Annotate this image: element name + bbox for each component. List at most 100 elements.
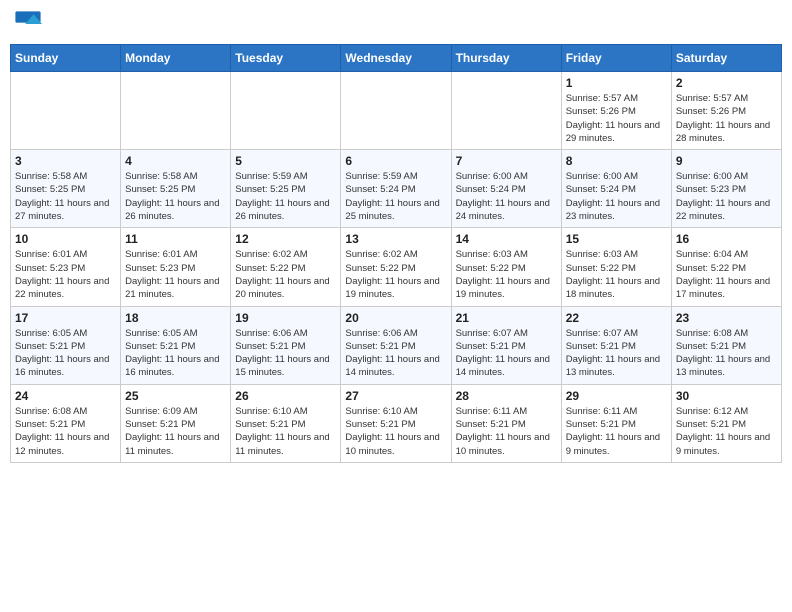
calendar-cell — [341, 72, 451, 150]
day-detail: Sunrise: 6:02 AM Sunset: 5:22 PM Dayligh… — [345, 248, 446, 301]
day-detail: Sunrise: 6:05 AM Sunset: 5:21 PM Dayligh… — [125, 327, 226, 380]
day-detail: Sunrise: 6:07 AM Sunset: 5:21 PM Dayligh… — [456, 327, 557, 380]
weekday-header-friday: Friday — [561, 45, 671, 72]
day-detail: Sunrise: 6:05 AM Sunset: 5:21 PM Dayligh… — [15, 327, 116, 380]
calendar-cell: 29Sunrise: 6:11 AM Sunset: 5:21 PM Dayli… — [561, 384, 671, 462]
day-number: 5 — [235, 154, 336, 168]
day-detail: Sunrise: 6:08 AM Sunset: 5:21 PM Dayligh… — [676, 327, 777, 380]
day-number: 27 — [345, 389, 446, 403]
calendar-cell: 9 Sunrise: 6:00 AM Sunset: 5:23 PM Daylig… — [671, 150, 781, 228]
day-number: 18 — [125, 311, 226, 325]
page-header — [10, 10, 782, 38]
calendar-cell: 6 Sunrise: 5:59 AM Sunset: 5:24 PM Daylig… — [341, 150, 451, 228]
day-detail: Sunrise: 6:09 AM Sunset: 5:21 PM Dayligh… — [125, 405, 226, 458]
day-number: 13 — [345, 232, 446, 246]
calendar-cell — [231, 72, 341, 150]
day-number: 26 — [235, 389, 336, 403]
calendar-cell: 28 Sunrise: 6:11 AM Sunset: 5:21 PM Dayli… — [451, 384, 561, 462]
day-number: 8 — [566, 154, 667, 168]
calendar-cell: 21 Sunrise: 6:07 AM Sunset: 5:21 PM Dayli… — [451, 306, 561, 384]
day-detail: Sunrise: 6:03 AM Sunset: 5:22 PM Dayligh… — [456, 248, 557, 301]
day-number: 17 — [15, 311, 116, 325]
day-detail: Sunrise: 6:02 AM Sunset: 5:22 PM Dayligh… — [235, 248, 336, 301]
day-detail: Sunrise: 6:01 AM Sunset: 5:23 PM Dayligh… — [125, 248, 226, 301]
day-detail: Sunrise: 6:10 AM Sunset: 5:21 PM Dayligh… — [345, 405, 446, 458]
day-number: 25 — [125, 389, 226, 403]
day-detail: Sunrise: 6:04 AM Sunset: 5:22 PM Dayligh… — [676, 248, 777, 301]
calendar-week-2: 3 Sunrise: 5:58 AM Sunset: 5:25 PM Daylig… — [11, 150, 782, 228]
day-detail: Sunrise: 5:58 AM Sunset: 5:25 PM Dayligh… — [15, 170, 116, 223]
day-number: 2 — [676, 76, 777, 90]
day-number: 10 — [15, 232, 116, 246]
day-number: 3 — [15, 154, 116, 168]
calendar-week-3: 10 Sunrise: 6:01 AM Sunset: 5:23 PM Dayli… — [11, 228, 782, 306]
day-detail: Sunrise: 6:08 AM Sunset: 5:21 PM Dayligh… — [15, 405, 116, 458]
day-number: 1 — [566, 76, 667, 90]
calendar-cell: 13 Sunrise: 6:02 AM Sunset: 5:22 PM Dayli… — [341, 228, 451, 306]
day-number: 24 — [15, 389, 116, 403]
calendar-cell: 18 Sunrise: 6:05 AM Sunset: 5:21 PM Dayli… — [121, 306, 231, 384]
day-number: 20 — [345, 311, 446, 325]
weekday-header-thursday: Thursday — [451, 45, 561, 72]
day-number: 4 — [125, 154, 226, 168]
day-detail: Sunrise: 6:10 AM Sunset: 5:21 PM Dayligh… — [235, 405, 336, 458]
calendar-cell — [121, 72, 231, 150]
day-number: 21 — [456, 311, 557, 325]
calendar-cell: 5Sunrise: 5:59 AM Sunset: 5:25 PM Daylig… — [231, 150, 341, 228]
calendar-cell: 19 Sunrise: 6:06 AM Sunset: 5:21 PM Dayli… — [231, 306, 341, 384]
day-detail: Sunrise: 6:03 AM Sunset: 5:22 PM Dayligh… — [566, 248, 667, 301]
calendar-cell: 20Sunrise: 6:06 AM Sunset: 5:21 PM Dayli… — [341, 306, 451, 384]
day-number: 30 — [676, 389, 777, 403]
day-detail: Sunrise: 5:59 AM Sunset: 5:24 PM Dayligh… — [345, 170, 446, 223]
day-detail: Sunrise: 6:00 AM Sunset: 5:23 PM Dayligh… — [676, 170, 777, 223]
calendar-cell — [11, 72, 121, 150]
calendar-cell: 3 Sunrise: 5:58 AM Sunset: 5:25 PM Daylig… — [11, 150, 121, 228]
calendar-table: SundayMondayTuesdayWednesdayThursdayFrid… — [10, 44, 782, 463]
day-number: 23 — [676, 311, 777, 325]
day-number: 16 — [676, 232, 777, 246]
calendar-header-row: SundayMondayTuesdayWednesdayThursdayFrid… — [11, 45, 782, 72]
day-number: 6 — [345, 154, 446, 168]
day-number: 22 — [566, 311, 667, 325]
calendar-cell: 15 Sunrise: 6:03 AM Sunset: 5:22 PM Dayli… — [561, 228, 671, 306]
day-number: 7 — [456, 154, 557, 168]
calendar-cell: 7 Sunrise: 6:00 AM Sunset: 5:24 PM Daylig… — [451, 150, 561, 228]
calendar-week-1: 1 Sunrise: 5:57 AM Sunset: 5:26 PM Daylig… — [11, 72, 782, 150]
day-detail: Sunrise: 5:57 AM Sunset: 5:26 PM Dayligh… — [566, 92, 667, 145]
calendar-week-5: 24 Sunrise: 6:08 AM Sunset: 5:21 PM Dayli… — [11, 384, 782, 462]
logo-icon — [14, 10, 42, 38]
day-detail: Sunrise: 6:00 AM Sunset: 5:24 PM Dayligh… — [456, 170, 557, 223]
weekday-header-tuesday: Tuesday — [231, 45, 341, 72]
logo — [14, 10, 46, 38]
calendar-cell: 8 Sunrise: 6:00 AM Sunset: 5:24 PM Daylig… — [561, 150, 671, 228]
day-detail: Sunrise: 6:11 AM Sunset: 5:21 PM Dayligh… — [566, 405, 667, 458]
calendar-cell: 27 Sunrise: 6:10 AM Sunset: 5:21 PM Dayli… — [341, 384, 451, 462]
calendar-cell: 2 Sunrise: 5:57 AM Sunset: 5:26 PM Daylig… — [671, 72, 781, 150]
day-detail: Sunrise: 6:01 AM Sunset: 5:23 PM Dayligh… — [15, 248, 116, 301]
weekday-header-monday: Monday — [121, 45, 231, 72]
day-detail: Sunrise: 5:57 AM Sunset: 5:26 PM Dayligh… — [676, 92, 777, 145]
calendar-body: 1 Sunrise: 5:57 AM Sunset: 5:26 PM Daylig… — [11, 72, 782, 463]
weekday-header-saturday: Saturday — [671, 45, 781, 72]
calendar-cell: 24 Sunrise: 6:08 AM Sunset: 5:21 PM Dayli… — [11, 384, 121, 462]
calendar-cell: 26 Sunrise: 6:10 AM Sunset: 5:21 PM Dayli… — [231, 384, 341, 462]
calendar-cell: 10 Sunrise: 6:01 AM Sunset: 5:23 PM Dayli… — [11, 228, 121, 306]
day-detail: Sunrise: 6:11 AM Sunset: 5:21 PM Dayligh… — [456, 405, 557, 458]
day-number: 9 — [676, 154, 777, 168]
day-number: 14 — [456, 232, 557, 246]
day-number: 28 — [456, 389, 557, 403]
day-number: 11 — [125, 232, 226, 246]
calendar-cell: 11 Sunrise: 6:01 AM Sunset: 5:23 PM Dayli… — [121, 228, 231, 306]
calendar-cell: 25 Sunrise: 6:09 AM Sunset: 5:21 PM Dayli… — [121, 384, 231, 462]
day-number: 15 — [566, 232, 667, 246]
calendar-cell: 16 Sunrise: 6:04 AM Sunset: 5:22 PM Dayli… — [671, 228, 781, 306]
day-number: 19 — [235, 311, 336, 325]
calendar-cell: 23 Sunrise: 6:08 AM Sunset: 5:21 PM Dayli… — [671, 306, 781, 384]
day-detail: Sunrise: 5:58 AM Sunset: 5:25 PM Dayligh… — [125, 170, 226, 223]
day-detail: Sunrise: 6:00 AM Sunset: 5:24 PM Dayligh… — [566, 170, 667, 223]
weekday-header-wednesday: Wednesday — [341, 45, 451, 72]
calendar-cell: 1 Sunrise: 5:57 AM Sunset: 5:26 PM Daylig… — [561, 72, 671, 150]
calendar-cell: 12Sunrise: 6:02 AM Sunset: 5:22 PM Dayli… — [231, 228, 341, 306]
calendar-cell: 14 Sunrise: 6:03 AM Sunset: 5:22 PM Dayli… — [451, 228, 561, 306]
day-detail: Sunrise: 6:06 AM Sunset: 5:21 PM Dayligh… — [235, 327, 336, 380]
